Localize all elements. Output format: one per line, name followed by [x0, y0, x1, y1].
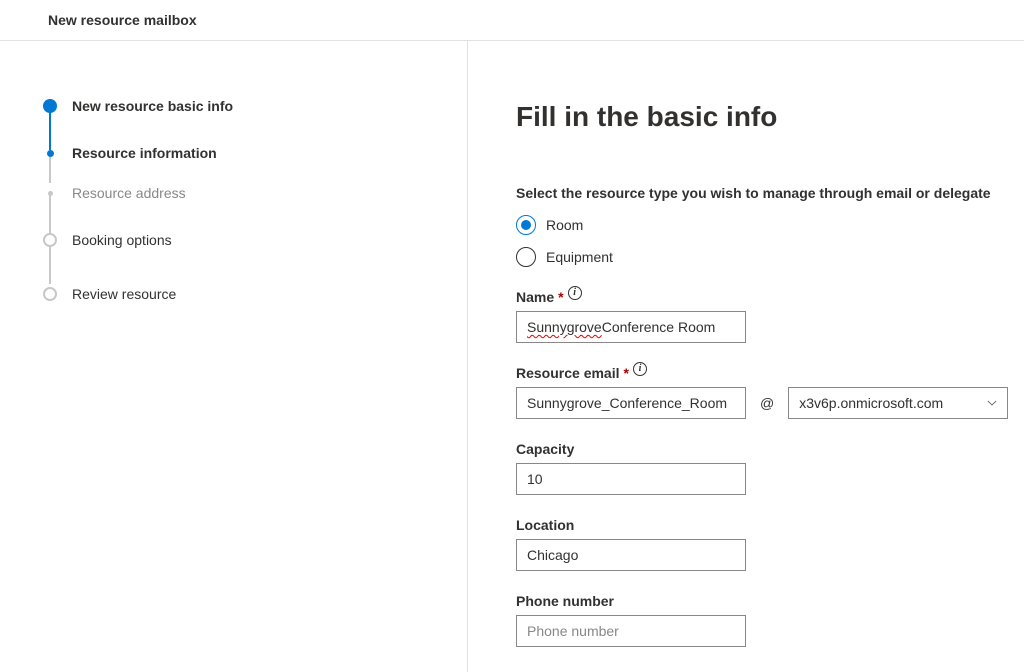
name-input[interactable]: Sunnygrove Conference Room — [516, 311, 746, 343]
radio-room[interactable]: Room — [516, 215, 1024, 235]
required-asterisk-icon: * — [624, 365, 629, 381]
name-input-value-misspelled: Sunnygrove — [527, 319, 602, 335]
step-dot-sub-inactive-icon — [48, 191, 53, 196]
step-booking-options[interactable]: Booking options — [40, 213, 467, 267]
field-label-text: Resource email — [516, 365, 620, 381]
resource-email-input[interactable] — [516, 387, 746, 419]
radio-label: Room — [546, 217, 583, 233]
step-basic-info[interactable]: New resource basic info — [40, 79, 467, 133]
field-location: Location — [516, 517, 1024, 571]
step-label: Review resource — [72, 286, 176, 302]
phone-input[interactable] — [516, 615, 746, 647]
wizard-title: New resource mailbox — [48, 12, 1024, 28]
field-label-text: Location — [516, 517, 574, 533]
field-phone: Phone number — [516, 593, 1024, 647]
page-title: Fill in the basic info — [516, 101, 1024, 133]
radio-label: Equipment — [546, 249, 613, 265]
field-label-text: Name — [516, 289, 554, 305]
domain-select-value: x3v6p.onmicrosoft.com — [799, 395, 943, 411]
location-input[interactable] — [516, 539, 746, 571]
radio-button-icon — [516, 247, 536, 267]
resource-type-prompt: Select the resource type you wish to man… — [516, 185, 1024, 201]
step-review-resource[interactable]: Review resource — [40, 267, 467, 321]
radio-equipment[interactable]: Equipment — [516, 247, 1024, 267]
field-resource-email: Resource email * i @ x3v6p.onmicrosoft.c… — [516, 365, 1024, 419]
step-dot-future-icon — [43, 233, 57, 247]
step-dot-sub-active-icon — [47, 150, 54, 157]
domain-select[interactable]: x3v6p.onmicrosoft.com — [788, 387, 1008, 419]
step-dot-future-icon — [43, 287, 57, 301]
step-label: Booking options — [72, 232, 172, 248]
info-icon[interactable]: i — [568, 286, 582, 300]
step-label: Resource address — [72, 185, 186, 201]
step-label: Resource information — [72, 145, 217, 161]
info-icon[interactable]: i — [633, 362, 647, 376]
name-input-value-rest: Conference Room — [602, 319, 716, 335]
required-asterisk-icon: * — [558, 289, 563, 305]
field-label-text: Phone number — [516, 593, 614, 609]
wizard-steps: New resource basic info Resource informa… — [0, 41, 468, 672]
at-symbol: @ — [760, 395, 774, 411]
field-capacity: Capacity — [516, 441, 1024, 495]
field-name: Name * i Sunnygrove Conference Room — [516, 289, 1024, 343]
form-pane: Fill in the basic info Select the resour… — [468, 41, 1024, 672]
step-dot-active-icon — [43, 99, 57, 113]
chevron-down-icon — [987, 398, 997, 408]
field-label-text: Capacity — [516, 441, 574, 457]
step-resource-address[interactable]: Resource address — [40, 173, 467, 213]
step-label: New resource basic info — [72, 98, 233, 114]
radio-button-icon — [516, 215, 536, 235]
wizard-header: New resource mailbox — [0, 0, 1024, 41]
capacity-input[interactable] — [516, 463, 746, 495]
step-resource-information[interactable]: Resource information — [40, 133, 467, 173]
